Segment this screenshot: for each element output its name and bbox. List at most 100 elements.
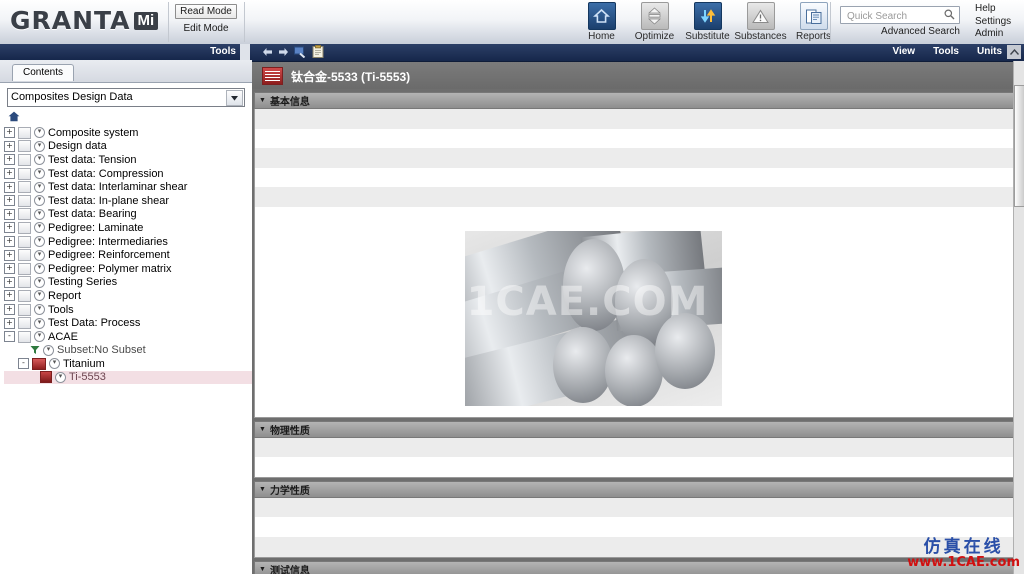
splitter-grip[interactable]: [240, 44, 250, 60]
scrollbar-thumb[interactable]: [1014, 85, 1024, 207]
tree-item-menu-icon[interactable]: ▾: [34, 154, 45, 166]
reports-icon: [799, 2, 828, 30]
edit-mode-button[interactable]: Edit Mode: [175, 21, 237, 36]
nav-substitute[interactable]: Substitute: [681, 2, 734, 42]
expand-icon[interactable]: +: [4, 222, 15, 234]
expand-icon[interactable]: +: [4, 263, 15, 275]
expand-icon[interactable]: +: [4, 290, 15, 302]
expand-icon[interactable]: +: [4, 208, 15, 220]
tree-item[interactable]: + ▾ Test Data: Process: [4, 316, 252, 330]
material-photo[interactable]: 1CAE.COM: [465, 230, 722, 406]
tree-item-menu-icon[interactable]: ▾: [34, 236, 45, 248]
expand-icon[interactable]: +: [4, 181, 15, 193]
expand-icon[interactable]: +: [4, 276, 15, 288]
help-link[interactable]: Help: [975, 3, 1011, 16]
expand-icon[interactable]: +: [4, 195, 15, 207]
table-icon: [18, 262, 31, 275]
menu-view[interactable]: View: [892, 46, 915, 57]
expand-icon[interactable]: +: [4, 304, 15, 316]
table-icon: [18, 249, 31, 262]
tree-item-menu-icon[interactable]: ▾: [34, 140, 45, 152]
table-icon: [18, 140, 31, 153]
tree-item-label: Pedigree: Intermediaries: [48, 235, 168, 248]
tree-item-menu-icon[interactable]: ▾: [34, 168, 45, 180]
nav-optimize[interactable]: Optimize: [628, 2, 681, 42]
property-row: [255, 168, 1013, 188]
tree-item[interactable]: + ▾ Pedigree: Intermediaries: [4, 235, 252, 249]
tree-item-menu-icon[interactable]: ▾: [34, 331, 45, 343]
expand-icon[interactable]: +: [4, 168, 15, 180]
record-scroll-area[interactable]: ▼ 基本信息 1CAE.COM ▼ 物理性质 ▼ 力学性质 ▼ 测试信息: [252, 89, 1024, 574]
settings-link[interactable]: Settings: [975, 16, 1011, 29]
mode-switch: Read Mode Edit Mode: [175, 4, 237, 38]
tree-item-menu-icon[interactable]: ▾: [34, 304, 45, 316]
expand-icon[interactable]: +: [4, 236, 15, 248]
expand-icon[interactable]: +: [4, 317, 15, 329]
tree-item-menu-icon[interactable]: ▾: [49, 358, 60, 370]
nav-home[interactable]: Home: [575, 2, 628, 42]
section-header[interactable]: ▼ 测试信息: [254, 560, 1014, 574]
collapse-icon[interactable]: -: [4, 331, 15, 343]
record-scrollbar[interactable]: [1013, 61, 1024, 574]
tree-item-label: Tools: [48, 303, 74, 316]
tree-item[interactable]: - ▾ ACAE: [4, 330, 252, 344]
tree-item[interactable]: ▾ Subset:No Subset: [4, 344, 252, 358]
expand-icon[interactable]: +: [4, 154, 15, 166]
chevron-down-icon[interactable]: [226, 90, 243, 106]
nav-reports[interactable]: Reports: [787, 2, 840, 42]
tree-item-menu-icon[interactable]: ▾: [43, 344, 54, 356]
tab-contents[interactable]: Contents: [12, 64, 75, 81]
tree-item[interactable]: + ▾ Test data: Bearing: [4, 208, 252, 222]
menu-units[interactable]: Units: [977, 46, 1002, 57]
tree-item-menu-icon[interactable]: ▾: [34, 222, 45, 234]
section-title: 基本信息: [269, 97, 310, 108]
tree-item-menu-icon[interactable]: ▾: [34, 317, 45, 329]
tree-item[interactable]: + ▾ Pedigree: Reinforcement: [4, 248, 252, 262]
section-header[interactable]: ▼ 力学性质: [254, 480, 1014, 498]
section-header[interactable]: ▼ 基本信息: [254, 92, 1014, 109]
forward-icon[interactable]: [278, 47, 289, 60]
tree-item[interactable]: + ▾ Tools: [4, 303, 252, 317]
tree-item[interactable]: + ▾ Composite system: [4, 126, 252, 140]
tree-item[interactable]: + ▾ Test data: Tension: [4, 153, 252, 167]
tree-item[interactable]: ▾ Ti-5553: [4, 370, 252, 385]
expand-icon[interactable]: +: [4, 249, 15, 261]
back-icon[interactable]: [262, 47, 273, 60]
tree-home-icon[interactable]: [0, 110, 252, 126]
tree-item[interactable]: + ▾ Test data: In-plane shear: [4, 194, 252, 208]
tree-item-menu-icon[interactable]: ▾: [34, 195, 45, 207]
search-box[interactable]: [840, 6, 960, 24]
sidebar-tools-button[interactable]: Tools: [210, 46, 236, 57]
search-input[interactable]: [845, 8, 945, 24]
tree-item[interactable]: + ▾ Design data: [4, 140, 252, 154]
tree-item[interactable]: + ▾ Report: [4, 289, 252, 303]
database-select[interactable]: Composites Design Data: [7, 88, 245, 107]
collapse-icon[interactable]: -: [18, 358, 29, 370]
tree-item[interactable]: + ▾ Pedigree: Polymer matrix: [4, 262, 252, 276]
tree-item-menu-icon[interactable]: ▾: [34, 249, 45, 261]
section-header[interactable]: ▼ 物理性质: [254, 420, 1014, 438]
tree-item[interactable]: + ▾ Test data: Compression: [4, 167, 252, 181]
tree-item-menu-icon[interactable]: ▾: [34, 290, 45, 302]
tree-item[interactable]: - ▾ Titanium: [4, 357, 252, 371]
read-mode-button[interactable]: Read Mode: [175, 4, 237, 19]
tree-item[interactable]: + ▾ Pedigree: Laminate: [4, 221, 252, 235]
tree-item[interactable]: + ▾ Testing Series: [4, 276, 252, 290]
admin-link[interactable]: Admin: [975, 28, 1011, 41]
tree-item[interactable]: + ▾ Test data: Interlaminar shear: [4, 180, 252, 194]
menu-tools[interactable]: Tools: [933, 46, 959, 57]
expand-icon[interactable]: +: [4, 127, 15, 139]
tree-item-menu-icon[interactable]: ▾: [34, 208, 45, 220]
collapse-pane-icon[interactable]: [1007, 45, 1021, 59]
tree-item-menu-icon[interactable]: ▾: [34, 127, 45, 139]
table-icon: [18, 194, 31, 207]
advanced-search-link[interactable]: Advanced Search: [881, 26, 960, 37]
tree-item-menu-icon[interactable]: ▾: [55, 371, 66, 383]
search-record-icon[interactable]: [294, 46, 307, 61]
tree-item-menu-icon[interactable]: ▾: [34, 263, 45, 275]
nav-substances[interactable]: Substances: [734, 2, 787, 42]
expand-icon[interactable]: +: [4, 140, 15, 152]
clipboard-icon[interactable]: [312, 44, 324, 61]
tree-item-menu-icon[interactable]: ▾: [34, 181, 45, 193]
tree-item-menu-icon[interactable]: ▾: [34, 276, 45, 288]
